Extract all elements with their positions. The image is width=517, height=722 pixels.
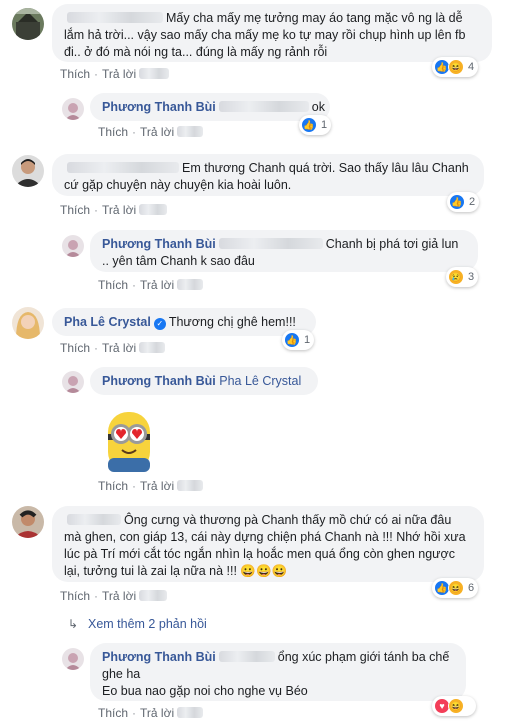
comment-bubble: Mấy cha mấy mẹ tưởng may áo tang mặc vô … — [52, 4, 492, 62]
comment-bubble: Phương Thanh Bùi Chanh bị phá tơi giả lun… — [90, 230, 478, 272]
minion-sticker — [94, 404, 164, 474]
comment-text: Thương chị ghê hem!!! — [168, 315, 296, 329]
commenter-name[interactable]: Phương Thanh Bùi — [102, 374, 216, 388]
reply-link[interactable]: Trả lời — [102, 67, 136, 81]
comment-actions: Thích · Trả lời — [60, 589, 170, 603]
reaction-summary[interactable]: ♥ 😆 — [432, 696, 476, 716]
reaction-summary[interactable]: 👍 😆 6 — [432, 578, 479, 598]
blurred-username — [67, 162, 179, 173]
comment-actions: Thích · Trả lời — [60, 67, 172, 81]
avatar[interactable] — [12, 8, 44, 40]
avatar[interactable] — [62, 235, 84, 257]
see-more-replies-link[interactable]: Xem thêm 2 phản hồi — [88, 617, 207, 631]
comment-actions: Thích · Trả lời — [98, 706, 206, 720]
reply-arrow-icon: ↳ — [68, 617, 79, 631]
like-link[interactable]: Thích — [60, 341, 90, 355]
reply-link[interactable]: Trả lời — [102, 589, 136, 603]
like-icon: 👍 — [301, 117, 317, 133]
reply-link[interactable]: Trả lời — [140, 125, 174, 139]
comment-bubble: Em thương Chanh quá trời. Sao thấy lâu l… — [52, 154, 484, 196]
avatar[interactable] — [62, 98, 84, 120]
comment-bubble: Ông cưng và thương pà Chanh thấy mồ chứ … — [52, 506, 484, 582]
like-link[interactable]: Thích — [98, 125, 128, 139]
avatar[interactable] — [62, 371, 84, 393]
mention-link[interactable]: Pha Lê Crystal — [219, 374, 301, 388]
haha-icon: 😆 — [448, 698, 464, 714]
reply-link[interactable]: Trả lời — [102, 341, 136, 355]
comment-actions: Thích · Trả lời — [60, 203, 170, 217]
avatar[interactable] — [12, 506, 44, 538]
comment-bubble: Phương Thanh Bùi ok — [90, 93, 330, 121]
comment-text: ok — [311, 100, 325, 114]
reaction-summary[interactable]: 👍 1 — [282, 330, 315, 350]
comment-text: Ông cưng và thương pà Chanh thấy mồ chứ … — [64, 513, 466, 578]
comment-bubble: Phương Thanh Bùi Pha Lê Crystal — [90, 367, 318, 395]
like-link[interactable]: Thích — [98, 479, 128, 493]
like-link[interactable]: Thích — [60, 203, 90, 217]
reaction-summary[interactable]: 👍 2 — [447, 192, 480, 212]
like-link[interactable]: Thích — [98, 278, 128, 292]
reply-link[interactable]: Trả lời — [140, 278, 174, 292]
haha-icon: 😆 — [448, 59, 464, 75]
like-icon: 👍 — [449, 194, 465, 210]
reaction-summary[interactable]: 👍 1 — [299, 115, 332, 135]
reply-link[interactable]: Trả lời — [102, 203, 136, 217]
avatar[interactable] — [12, 155, 44, 187]
avatar[interactable] — [12, 307, 44, 339]
haha-icon: 😆 — [448, 580, 464, 596]
comment-bubble: Phương Thanh Bùi ổng xúc phạm giới tánh b… — [90, 643, 466, 701]
like-link[interactable]: Thích — [98, 706, 128, 720]
comment-actions: Thích · Trả lời — [60, 341, 168, 355]
like-icon: 👍 — [284, 332, 300, 348]
comment-text-line-2: Eo bua nao gặp noi cho nghe vụ Béo — [102, 684, 308, 698]
like-link[interactable]: Thích — [60, 67, 90, 81]
commenter-name[interactable]: Phương Thanh Bùi — [102, 100, 216, 114]
commenter-name[interactable]: Phương Thanh Bùi — [102, 237, 216, 251]
commenter-name[interactable]: Pha Lê Crystal — [64, 315, 151, 329]
avatar[interactable] — [62, 648, 84, 670]
blurred-username — [67, 12, 163, 23]
verified-badge-icon: ✓ — [153, 318, 166, 330]
reaction-summary[interactable]: 👍 😆 4 — [432, 57, 479, 77]
sad-icon: 😢 — [448, 269, 464, 285]
blurred-username — [67, 514, 121, 525]
reaction-summary[interactable]: 😢 3 — [446, 267, 479, 287]
comment-actions: Thích · Trả lời — [98, 125, 206, 139]
reply-link[interactable]: Trả lời — [140, 706, 174, 720]
comment-actions: Thích · Trả lời — [98, 479, 206, 493]
comment-bubble: Pha Lê Crystal ✓ Thương chị ghê hem!!! — [52, 308, 316, 336]
like-link[interactable]: Thích — [60, 589, 90, 603]
comment-actions: Thích · Trả lời — [98, 278, 206, 292]
commenter-name[interactable]: Phương Thanh Bùi — [102, 650, 216, 664]
reply-link[interactable]: Trả lời — [140, 479, 174, 493]
